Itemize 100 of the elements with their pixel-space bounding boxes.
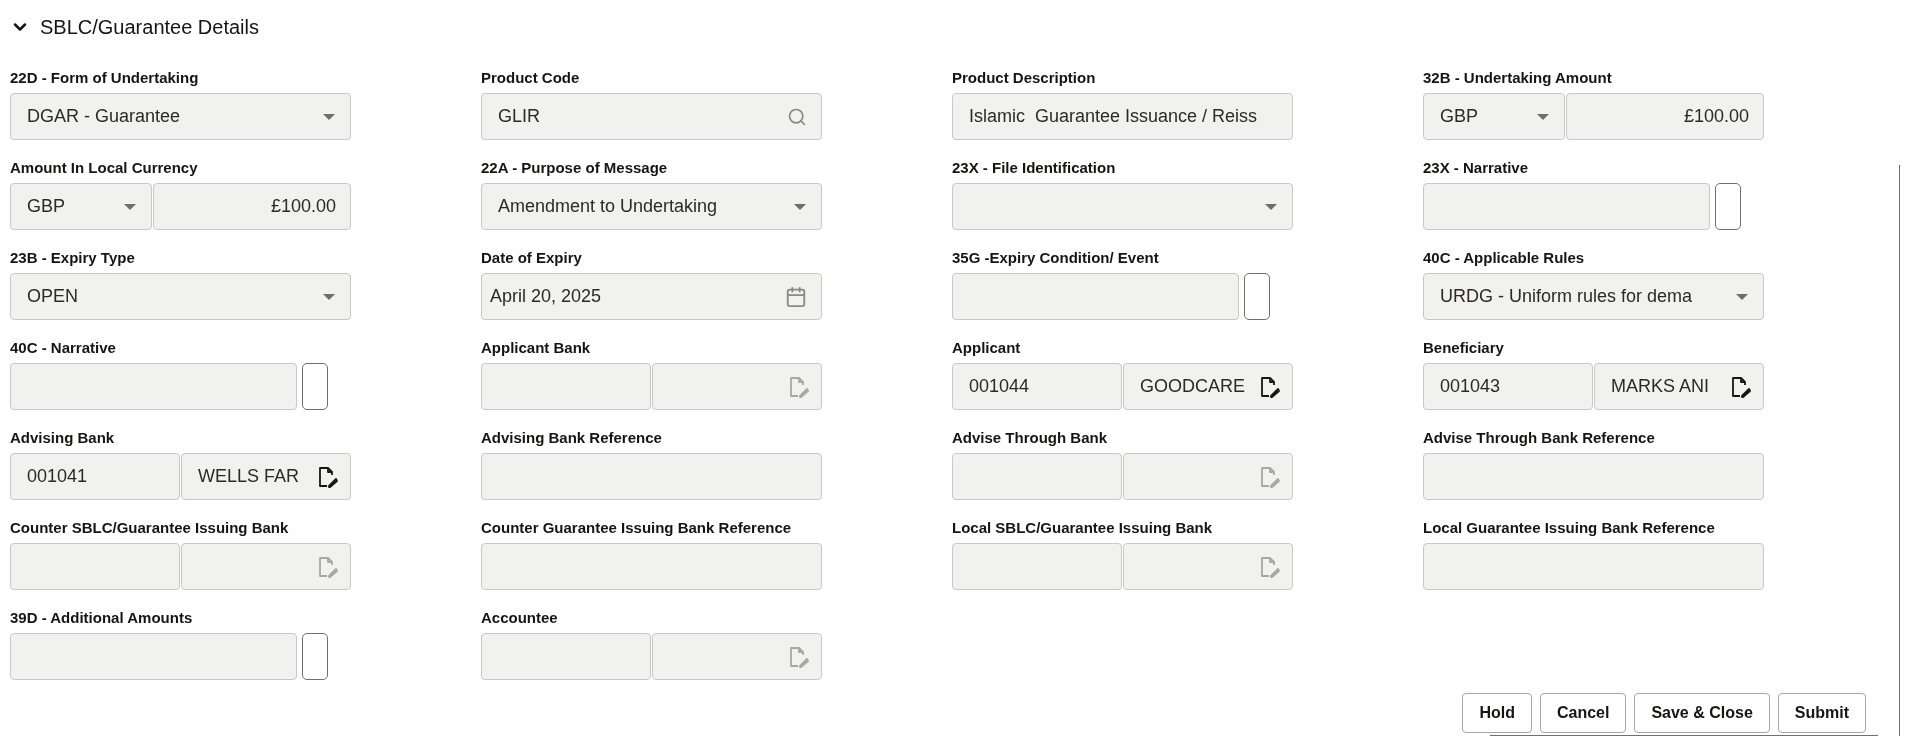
input-field[interactable] [481,543,822,590]
name-field[interactable]: WELLS FAR [181,453,351,500]
dropdown-caret-icon[interactable] [322,292,336,301]
document-edit-icon[interactable] [1731,375,1751,398]
field-value: URDG - Uniform rules for dema [1440,286,1693,307]
narrative-button[interactable] [1244,273,1270,320]
field-value: 001041 [27,466,88,487]
field-label: 39D - Additional Amounts [10,608,194,628]
field-value: OPEN [27,286,78,307]
action-button[interactable]: Save & Close [1634,693,1770,733]
code-field[interactable]: 001041 [10,453,180,500]
document-edit-icon[interactable] [1260,375,1280,398]
narrative-button[interactable] [302,363,328,410]
select-field[interactable]: DGAR - Guarantee [10,93,351,140]
field-value: 001044 [969,376,1030,397]
input-field[interactable] [481,453,822,500]
field-value: GBP [27,196,65,217]
date-field[interactable]: April 20, 2025 [481,273,822,320]
field-label: Product Code [481,68,581,88]
name-field[interactable] [181,543,351,590]
field-label: Amount In Local Currency [10,158,199,178]
field-label: Accountee [481,608,559,628]
dropdown-caret-icon[interactable] [1735,292,1749,301]
action-button[interactable]: Cancel [1539,693,1627,733]
field-label: Advise Through Bank [952,428,1109,448]
field-value: MARKS ANI [1611,376,1710,397]
field-label: Local SBLC/Guarantee Issuing Bank [952,518,1214,538]
field-value: GOODCARE [1140,376,1245,397]
amount-field[interactable]: £100.00 [1566,93,1764,140]
document-edit-icon[interactable] [318,465,338,488]
field-value: April 20, 2025 [490,286,602,307]
name-field[interactable]: MARKS ANI [1594,363,1764,410]
field-value: WELLS FAR [198,466,300,487]
dropdown-caret-icon[interactable] [123,202,137,211]
currency-select[interactable]: GBP [1423,93,1565,140]
action-button[interactable]: Hold [1462,693,1532,733]
select-field[interactable]: URDG - Uniform rules for dema [1423,273,1764,320]
name-field[interactable] [1123,543,1293,590]
select-field[interactable] [952,183,1293,230]
name-field[interactable] [652,363,822,410]
amount-field[interactable]: £100.00 [153,183,351,230]
select-field[interactable]: OPEN [10,273,351,320]
field-label: 23B - Expiry Type [10,248,136,268]
search-field[interactable]: GLIR [481,93,822,140]
field-label: Counter SBLC/Guarantee Issuing Bank [10,518,290,538]
field-label: Local Guarantee Issuing Bank Reference [1423,518,1716,538]
input-field[interactable]: Islamic Guarantee Issuance / Reiss [952,93,1293,140]
narrative-field[interactable] [952,273,1239,320]
dropdown-caret-icon[interactable] [322,112,336,121]
field-label: 35G -Expiry Condition/ Event [952,248,1160,268]
dropdown-caret-icon[interactable] [1264,202,1278,211]
field-value: £100.00 [270,196,336,217]
field-label: 23X - File Identification [952,158,1117,178]
narrative-field[interactable] [10,363,297,410]
field-value: DGAR - Guarantee [27,106,181,127]
name-field[interactable] [652,633,822,680]
narrative-button[interactable] [302,633,328,680]
field-label: Beneficiary [1423,338,1505,358]
field-label: Counter Guarantee Issuing Bank Reference [481,518,793,538]
field-value: GBP [1440,106,1478,127]
calendar-icon[interactable] [785,285,807,308]
narrative-field[interactable] [10,633,297,680]
name-field[interactable]: GOODCARE [1123,363,1293,410]
field-label: 40C - Applicable Rules [1423,248,1586,268]
narrative-button[interactable] [1715,183,1741,230]
field-value: Amendment to Undertaking [498,196,718,217]
field-label: 22A - Purpose of Message [481,158,669,178]
field-label: Product Description [952,68,1097,88]
field-label: Applicant Bank [481,338,592,358]
input-field[interactable] [1423,543,1764,590]
code-field[interactable] [10,543,180,590]
field-label: Applicant [952,338,1022,358]
section-title: SBLC/Guarantee Details [40,15,259,39]
select-field[interactable]: Amendment to Undertaking [481,183,822,230]
currency-select[interactable]: GBP [10,183,152,230]
code-field[interactable] [952,453,1122,500]
dropdown-caret-icon[interactable] [1536,112,1550,121]
dropdown-caret-icon[interactable] [793,202,807,211]
field-label: 23X - Narrative [1423,158,1530,178]
search-icon[interactable] [787,106,807,127]
field-label: 22D - Form of Undertaking [10,68,200,88]
field-label: Date of Expiry [481,248,583,268]
field-value: 001043 [1440,376,1501,397]
code-field[interactable]: 001043 [1423,363,1593,410]
field-value: £100.00 [1683,106,1749,127]
field-label: 40C - Narrative [10,338,117,358]
field-label: Advising Bank [10,428,116,448]
code-field[interactable]: 001044 [952,363,1122,410]
field-value: Islamic Guarantee Issuance / Reiss [969,106,1258,127]
field-label: Advising Bank Reference [481,428,663,448]
field-label: 32B - Undertaking Amount [1423,68,1613,88]
code-field[interactable] [952,543,1122,590]
code-field[interactable] [481,363,651,410]
narrative-field[interactable] [1423,183,1710,230]
field-label: Advise Through Bank Reference [1423,428,1656,448]
field-value: GLIR [498,106,540,127]
name-field[interactable] [1123,453,1293,500]
action-button[interactable]: Submit [1777,693,1866,733]
input-field[interactable] [1423,453,1764,500]
code-field[interactable] [481,633,651,680]
